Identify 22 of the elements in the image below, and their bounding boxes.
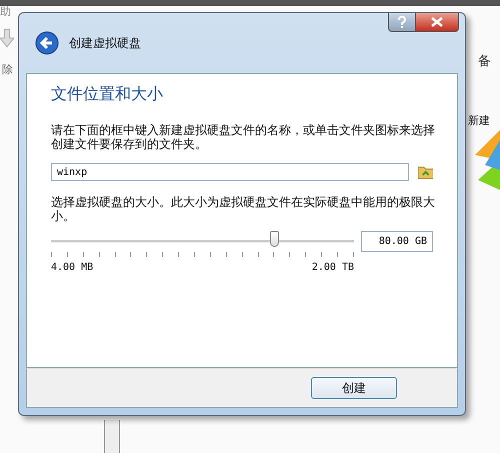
create-button[interactable]: 创建 — [311, 377, 397, 399]
toolbar-label: 除 — [2, 62, 13, 77]
size-field[interactable]: 80.00 GB — [361, 231, 433, 252]
menu-text: 助 — [0, 4, 11, 19]
max-size-label: 2.00 TB — [312, 262, 354, 273]
slider-thumb[interactable] — [270, 231, 280, 247]
folder-icon[interactable] — [418, 165, 433, 179]
min-size-label: 4.00 MB — [51, 262, 94, 273]
window-title: 创建虚拟硬盘 — [69, 34, 141, 52]
close-button[interactable] — [415, 13, 459, 32]
help-icon — [397, 16, 407, 28]
back-button[interactable] — [35, 31, 59, 55]
logo-icon — [475, 130, 500, 190]
instruction-text: 选择虚拟硬盘的大小。此大小为虚拟硬盘文件在实际硬盘中能用的极限大小。 — [51, 195, 436, 223]
instruction-text: 请在下面的框中键入新建虚拟硬盘文件的名称，或单击文件夹图标来选择创建文件要保存到的文件夹。 — [51, 123, 436, 151]
download-arrow-icon — [0, 28, 14, 48]
help-button[interactable] — [388, 13, 416, 32]
toolbar-label: 新建 — [468, 113, 490, 128]
toolbar-label: 备 — [478, 53, 491, 70]
page-heading: 文件位置和大小 — [51, 84, 164, 105]
close-icon — [431, 17, 443, 27]
file-name-field[interactable]: winxp — [51, 163, 409, 181]
